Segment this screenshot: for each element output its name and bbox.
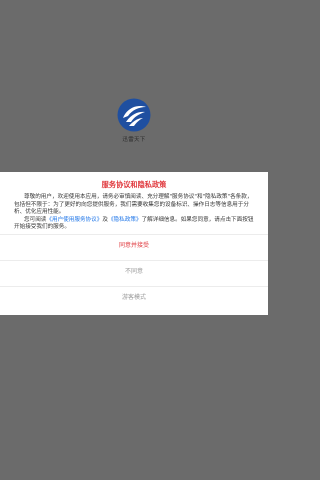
privacy-link[interactable]: 《隐私政策》 bbox=[108, 217, 142, 223]
dialog-body: 尊敬的用户，欢迎使用本应用，请务必审慎阅读、充分理解"服务协议"和"隐私政策"各… bbox=[14, 194, 256, 232]
divider bbox=[0, 234, 268, 235]
privacy-dialog: 服务协议和隐私政策 尊敬的用户，欢迎使用本应用，请务必审慎阅读、充分理解"服务协… bbox=[0, 172, 268, 315]
terms-link[interactable]: 《用户使用服务协议》 bbox=[46, 217, 102, 223]
disagree-button[interactable]: 不同意 bbox=[0, 266, 268, 275]
dialog-title: 服务协议和隐私政策 bbox=[101, 180, 167, 189]
dialog-paragraph-1: 尊敬的用户，欢迎使用本应用，请务必审慎阅读、充分理解"服务协议"和"隐私政策"各… bbox=[14, 194, 253, 216]
divider bbox=[0, 260, 268, 261]
app-logo-block: 迅雷天下 bbox=[0, 98, 268, 143]
guest-mode-button[interactable]: 游客模式 bbox=[0, 292, 268, 301]
agree-button[interactable]: 同意并接受 bbox=[0, 240, 268, 249]
app-logo-icon bbox=[117, 98, 151, 132]
paragraph-2-prefix: 您可阅读 bbox=[24, 216, 47, 223]
app-name: 迅雷天下 bbox=[122, 137, 146, 143]
dialog-paragraph-2: 您可阅读《用户使用服务协议》及《隐私政策》了解详细信息。如果您同意，请点击下面按… bbox=[14, 217, 256, 232]
divider bbox=[0, 286, 268, 287]
